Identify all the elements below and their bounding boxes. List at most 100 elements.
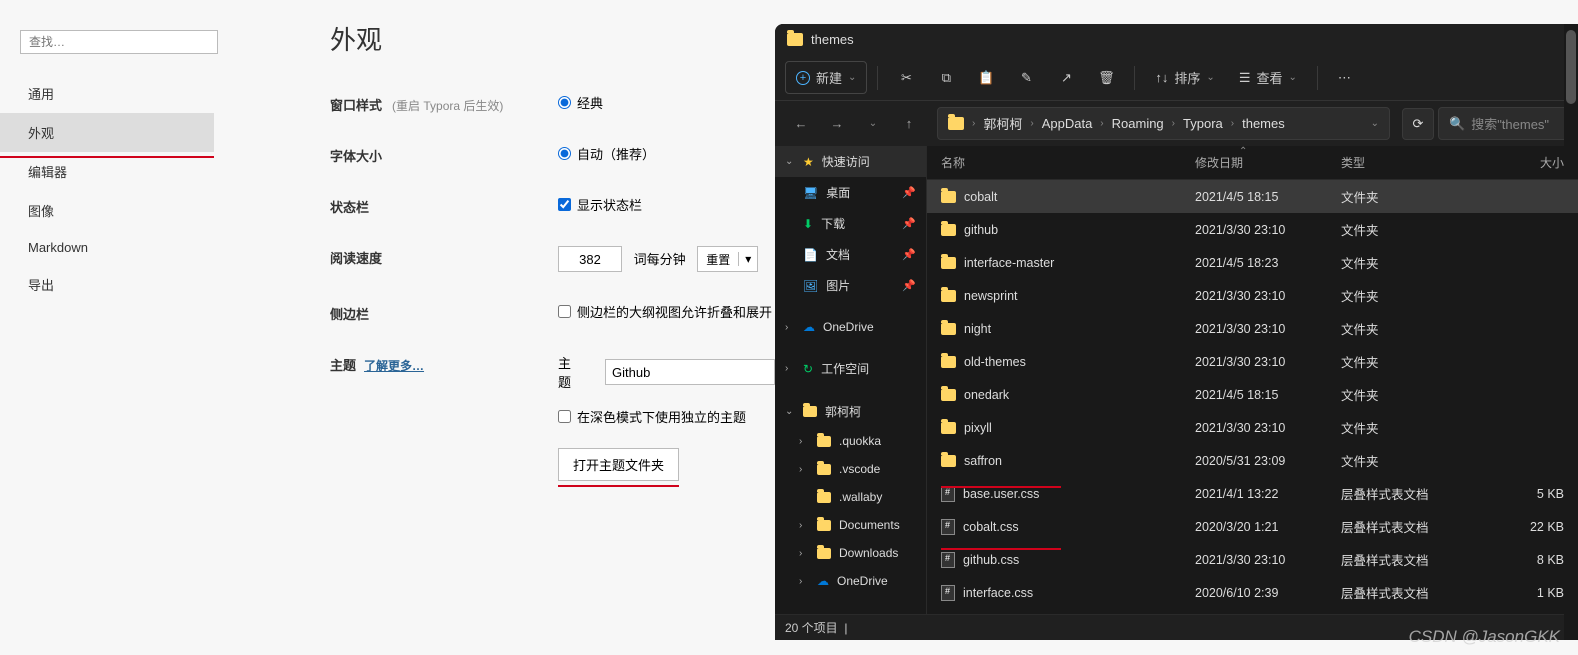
window-style-label: 窗口样式(重启 Typora 后生效): [330, 93, 558, 114]
col-type[interactable]: 类型: [1341, 154, 1459, 171]
file-row[interactable]: old-themes2021/3/30 23:10文件夹: [927, 345, 1578, 378]
view-button[interactable]: ☰ 查看 ⌄: [1229, 62, 1307, 93]
col-date[interactable]: 修改日期: [1195, 154, 1341, 171]
more-button[interactable]: ⋯: [1328, 64, 1361, 92]
learn-more-link[interactable]: 了解更多…: [364, 359, 424, 373]
tree-downloads[interactable]: ⬇下载📌: [775, 208, 926, 239]
open-theme-folder-button[interactable]: 打开主题文件夹: [558, 448, 679, 481]
reading-speed-reset-button[interactable]: 重置▾: [697, 246, 758, 272]
view-icon: ☰: [1239, 70, 1251, 86]
col-name[interactable]: 名称: [941, 154, 1195, 171]
tree-quokka[interactable]: ›.quokka: [775, 427, 926, 455]
delete-button[interactable]: 🗑: [1088, 64, 1124, 92]
folder-icon: [941, 191, 956, 203]
history-button[interactable]: ⌄: [857, 108, 889, 140]
file-row[interactable]: base.user.css2021/4/1 13:22层叠样式表文档5 KB: [927, 477, 1578, 510]
file-date: 2020/6/10 2:39: [1195, 586, 1341, 600]
reading-speed-input[interactable]: [558, 246, 622, 272]
file-date: 2021/3/30 23:10: [1195, 322, 1341, 336]
file-row[interactable]: onedark2021/4/5 18:15文件夹: [927, 378, 1578, 411]
tree-onedrive2[interactable]: ›☁OneDrive: [775, 567, 926, 595]
sync-icon: ↻: [803, 362, 813, 376]
file-type: 层叠样式表文档: [1341, 583, 1459, 602]
copy-button[interactable]: ⧉: [928, 64, 964, 92]
theme-field-label: 主题: [558, 353, 573, 391]
tree-onedrive[interactable]: ›☁OneDrive: [775, 313, 926, 341]
column-headers[interactable]: ⌃ 名称 修改日期 类型 大小: [927, 146, 1578, 180]
share-button[interactable]: ↗: [1048, 64, 1084, 92]
theme-select[interactable]: [605, 359, 775, 385]
file-name: interface-master: [964, 256, 1054, 270]
explorer-search-input[interactable]: 🔍 搜索"themes": [1438, 107, 1568, 140]
file-type: 文件夹: [1341, 253, 1459, 272]
pin-icon: 📌: [902, 279, 916, 292]
typora-settings-panel: 通用 外观 编辑器 图像 Markdown 导出 外观 窗口样式(重启 Typo…: [0, 0, 775, 655]
nav-markdown[interactable]: Markdown: [0, 230, 214, 265]
explorer-toolbar: + 新建 ⌄ ✂ ⧉ 📋 ✎ ↗ 🗑 ↑↓ 排序 ⌄ ☰ 查看 ⌄ ⋯: [775, 55, 1578, 101]
file-row[interactable]: newsprint.css2021/3/30 23:10层叠样式表文档11 KB: [927, 609, 1578, 614]
file-name: base.user.css: [963, 487, 1039, 501]
tree-vscode[interactable]: ›.vscode: [775, 455, 926, 483]
file-row[interactable]: interface-master2021/4/5 18:23文件夹: [927, 246, 1578, 279]
folder-icon: [803, 406, 817, 417]
watermark: CSDN @JasonGKK: [1409, 627, 1560, 647]
tree-documents2[interactable]: ›Documents: [775, 511, 926, 539]
cut-button[interactable]: ✂: [888, 64, 924, 92]
font-size-auto-radio[interactable]: [558, 147, 571, 160]
file-date: 2020/5/31 23:09: [1195, 454, 1341, 468]
tree-user[interactable]: ⌄郭柯柯: [775, 396, 926, 427]
nav-appearance[interactable]: 外观: [0, 113, 214, 152]
tree-workspace[interactable]: ›↻工作空间: [775, 353, 926, 384]
nav-image[interactable]: 图像: [0, 191, 214, 230]
file-name: github.css: [963, 553, 1019, 567]
scissors-icon: ✂: [898, 70, 914, 86]
tree-downloads2[interactable]: ›Downloads: [775, 539, 926, 567]
tree-pictures[interactable]: 🖼图片📌: [775, 270, 926, 301]
file-row[interactable]: github2021/3/30 23:10文件夹: [927, 213, 1578, 246]
rename-button[interactable]: ✎: [1008, 64, 1044, 92]
window-titlebar[interactable]: themes: [775, 24, 1578, 55]
settings-search-input[interactable]: [20, 30, 218, 54]
file-name: github: [964, 223, 998, 237]
file-date: 2021/3/30 23:10: [1195, 421, 1341, 435]
file-row[interactable]: interface.css2020/6/10 2:39层叠样式表文档1 KB: [927, 576, 1578, 609]
file-type: 文件夹: [1341, 187, 1459, 206]
file-row[interactable]: pixyll2021/3/30 23:10文件夹: [927, 411, 1578, 444]
window-style-classic-radio[interactable]: [558, 96, 571, 109]
file-row[interactable]: night2021/3/30 23:10文件夹: [927, 312, 1578, 345]
forward-button[interactable]: →: [821, 108, 853, 140]
file-date: 2021/3/30 23:10: [1195, 355, 1341, 369]
refresh-button[interactable]: ⟳: [1402, 108, 1434, 140]
nav-export[interactable]: 导出: [0, 265, 214, 304]
file-name: saffron: [964, 454, 1002, 468]
up-button[interactable]: ↑: [893, 108, 925, 140]
file-name: newsprint: [964, 289, 1018, 303]
back-button[interactable]: ←: [785, 108, 817, 140]
sidebar-collapse-checkbox[interactable]: [558, 305, 571, 318]
file-row[interactable]: newsprint2021/3/30 23:10文件夹: [927, 279, 1578, 312]
tree-desktop[interactable]: 🖥桌面📌: [775, 177, 926, 208]
dark-theme-checkbox[interactable]: [558, 410, 571, 423]
show-status-bar-checkbox[interactable]: [558, 198, 571, 211]
explorer-navbar: ← → ⌄ ↑ › 郭柯柯› AppData› Roaming› Typora›…: [775, 101, 1578, 146]
file-name: cobalt.css: [963, 520, 1019, 534]
quick-access[interactable]: ⌄★快速访问: [775, 146, 926, 177]
file-date: 2021/3/30 23:10: [1195, 553, 1341, 567]
cloud-icon: ☁: [803, 320, 815, 334]
paste-button[interactable]: 📋: [968, 64, 1004, 92]
nav-general[interactable]: 通用: [0, 74, 214, 113]
breadcrumb[interactable]: › 郭柯柯› AppData› Roaming› Typora› themes …: [937, 107, 1390, 140]
window-title: themes: [811, 32, 854, 47]
dark-theme-label: 在深色模式下使用独立的主题: [577, 407, 746, 426]
file-row[interactable]: cobalt2021/4/5 18:15文件夹: [927, 180, 1578, 213]
file-row[interactable]: saffron2020/5/31 23:09文件夹: [927, 444, 1578, 477]
nav-tree: ⌄★快速访问 🖥桌面📌 ⬇下载📌 📄文档📌 🖼图片📌 ›☁OneDrive ›↻…: [775, 146, 927, 614]
new-button[interactable]: + 新建 ⌄: [785, 61, 867, 94]
tree-documents[interactable]: 📄文档📌: [775, 239, 926, 270]
sort-button[interactable]: ↑↓ 排序 ⌄: [1145, 62, 1224, 93]
tree-wallaby[interactable]: .wallaby: [775, 483, 926, 511]
file-row[interactable]: cobalt.css2020/3/20 1:21层叠样式表文档22 KB: [927, 510, 1578, 543]
col-size[interactable]: 大小: [1459, 154, 1564, 171]
file-date: 2020/3/20 1:21: [1195, 520, 1341, 534]
folder-icon: [941, 323, 956, 335]
